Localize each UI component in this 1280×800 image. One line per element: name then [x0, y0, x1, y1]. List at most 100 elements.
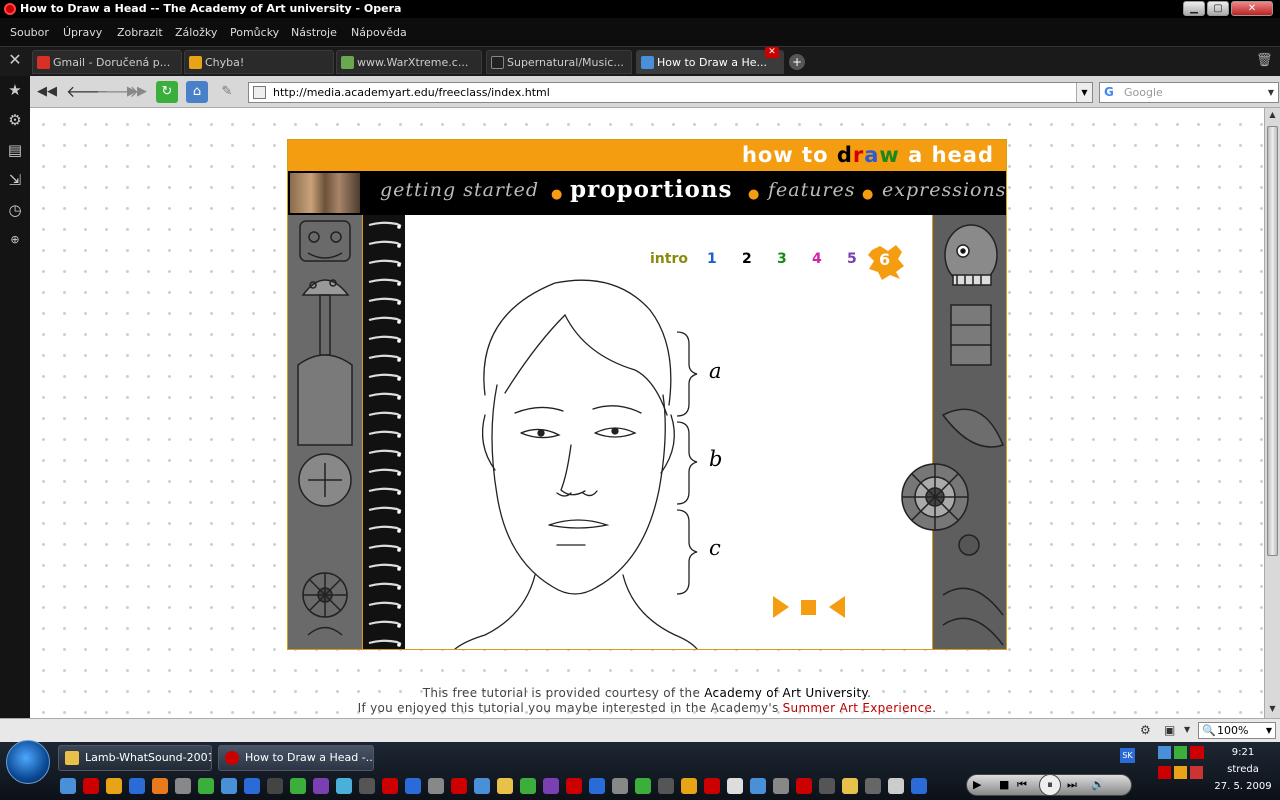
page-link-6-current[interactable]: 6: [866, 242, 906, 282]
quick-launch-icon[interactable]: [543, 778, 559, 794]
quick-launch-icon[interactable]: [612, 778, 628, 794]
tab-warxtreme[interactable]: www.WarXtreme.c...: [336, 50, 482, 74]
chevron-down-icon[interactable]: ▼: [1264, 83, 1278, 102]
next-track-icon[interactable]: ⏭: [1067, 778, 1077, 792]
quick-launch-icon[interactable]: [727, 778, 743, 794]
quick-launch-icon[interactable]: [359, 778, 375, 794]
quick-launch-icon[interactable]: [497, 778, 513, 794]
vertical-scrollbar[interactable]: ▲ ▼: [1264, 108, 1280, 718]
nav-expressions[interactable]: expressions: [882, 179, 1006, 201]
add-panel-icon[interactable]: ⊕: [4, 229, 26, 251]
menu-zalozky[interactable]: Záložky: [175, 26, 217, 39]
system-clock[interactable]: 9:21 streda 27. 5. 2009: [1208, 744, 1278, 795]
tools-icon[interactable]: ✕: [4, 50, 26, 72]
quick-launch-icon[interactable]: [681, 778, 697, 794]
quick-launch-icon[interactable]: [796, 778, 812, 794]
quick-launch-icon[interactable]: [658, 778, 674, 794]
task-opera[interactable]: How to Draw a Head -...: [218, 745, 374, 771]
pause-icon[interactable]: ⏸: [1039, 774, 1061, 796]
start-button[interactable]: [6, 740, 50, 784]
page-link-intro[interactable]: intro: [650, 251, 688, 267]
language-indicator[interactable]: SK: [1120, 748, 1135, 763]
quick-launch-icon[interactable]: [83, 778, 99, 794]
quick-launch-icon[interactable]: [129, 778, 145, 794]
tray-icon[interactable]: [1190, 766, 1203, 779]
tab-chyba[interactable]: Chyba!: [184, 50, 334, 74]
task-lamb-folder[interactable]: Lamb-WhatSound-2001: [58, 745, 212, 771]
summer-art-link[interactable]: Summer Art Experience: [783, 701, 933, 715]
edit-pen-icon[interactable]: ✎: [216, 81, 238, 103]
page-link-4[interactable]: 4: [812, 251, 822, 267]
menu-upravy[interactable]: Úpravy: [63, 26, 102, 39]
stop-icon[interactable]: ■: [999, 778, 1009, 791]
close-window-button[interactable]: ✕: [1231, 1, 1273, 16]
tab-gmail[interactable]: Gmail - Doručená p...: [32, 50, 182, 74]
volume-icon[interactable]: 🔊: [1091, 778, 1105, 791]
quick-launch-icon[interactable]: [175, 778, 191, 794]
stop-icon[interactable]: [801, 600, 816, 615]
trash-icon[interactable]: 🗑: [1256, 53, 1273, 71]
quick-launch-icon[interactable]: [106, 778, 122, 794]
quick-launch-icon[interactable]: [589, 778, 605, 794]
tray-icon[interactable]: [1174, 766, 1187, 779]
home-icon[interactable]: ⌂: [186, 81, 208, 103]
gear-icon[interactable]: ⚙: [4, 109, 26, 131]
ati-icon[interactable]: [1190, 746, 1204, 759]
quick-launch-icon[interactable]: [313, 778, 329, 794]
menu-napoveda[interactable]: Nápověda: [351, 26, 407, 39]
menu-soubor[interactable]: Soubor: [10, 26, 49, 39]
quick-launch-icon[interactable]: [221, 778, 237, 794]
reload-icon[interactable]: ↻: [156, 81, 178, 103]
page-link-2[interactable]: 2: [742, 251, 752, 267]
minimize-button[interactable]: ▁: [1183, 1, 1205, 16]
scroll-up-icon[interactable]: ▲: [1267, 110, 1278, 122]
quick-launch-icon[interactable]: [382, 778, 398, 794]
address-field[interactable]: http://media.academyart.edu/freeclass/in…: [248, 82, 1093, 103]
quick-launch-icon[interactable]: [773, 778, 789, 794]
zoom-select[interactable]: 🔍 100% ▼: [1198, 722, 1276, 739]
quick-launch-icon[interactable]: [428, 778, 444, 794]
quick-launch-icon[interactable]: [819, 778, 835, 794]
tab-supernatural[interactable]: Supernatural/Music...: [486, 50, 632, 74]
academy-link[interactable]: Academy of Art University: [704, 686, 867, 700]
quick-launch-icon[interactable]: [290, 778, 306, 794]
quick-launch-icon[interactable]: [152, 778, 168, 794]
rewind-icon[interactable]: ◀◀: [36, 81, 58, 103]
quick-launch-icon[interactable]: [704, 778, 720, 794]
notes-icon[interactable]: ▤: [4, 139, 26, 161]
bookmarks-star-icon[interactable]: ★: [4, 79, 26, 101]
page-link-5[interactable]: 5: [847, 251, 857, 267]
fast-forward-icon[interactable]: ▶▶: [126, 81, 148, 103]
quick-launch-icon[interactable]: [842, 778, 858, 794]
scroll-thumb[interactable]: [1267, 126, 1278, 556]
quick-launch-icon[interactable]: [405, 778, 421, 794]
camera-icon[interactable]: ▣: [1164, 723, 1175, 737]
quick-launch-icon[interactable]: [60, 778, 76, 794]
chevron-down-icon[interactable]: ▼: [1184, 725, 1190, 734]
play-forward-icon[interactable]: [773, 596, 789, 618]
antivirus-icon[interactable]: [1174, 746, 1187, 759]
quick-launch-icon[interactable]: [566, 778, 582, 794]
page-link-1[interactable]: 1: [707, 251, 717, 267]
quick-launch-icon[interactable]: [451, 778, 467, 794]
menu-nastroje[interactable]: Nástroje: [291, 26, 337, 39]
maximize-button[interactable]: ▢: [1207, 1, 1229, 16]
quick-launch-icon[interactable]: [198, 778, 214, 794]
quick-launch-icon[interactable]: [520, 778, 536, 794]
page-tools-icon[interactable]: ⚙: [1140, 723, 1151, 737]
quick-launch-icon[interactable]: [244, 778, 260, 794]
back-arrow-icon[interactable]: 🡐: [66, 81, 109, 103]
close-tab-button[interactable]: ✕: [765, 47, 779, 58]
tab-how-to-draw[interactable]: How to Draw a He...: [636, 50, 784, 74]
nav-features[interactable]: features: [768, 179, 856, 201]
scroll-down-icon[interactable]: ▼: [1267, 704, 1278, 716]
quick-launch-icon[interactable]: [911, 778, 927, 794]
avira-icon[interactable]: [1158, 766, 1171, 779]
quick-launch-icon[interactable]: [750, 778, 766, 794]
network-icon[interactable]: [1158, 746, 1171, 759]
play-icon[interactable]: ▶: [973, 778, 981, 791]
quick-launch-icon[interactable]: [888, 778, 904, 794]
previous-track-icon[interactable]: ⏮: [1017, 778, 1027, 792]
nav-proportions[interactable]: proportions: [570, 176, 732, 203]
transfers-icon[interactable]: ⇲: [4, 169, 26, 191]
